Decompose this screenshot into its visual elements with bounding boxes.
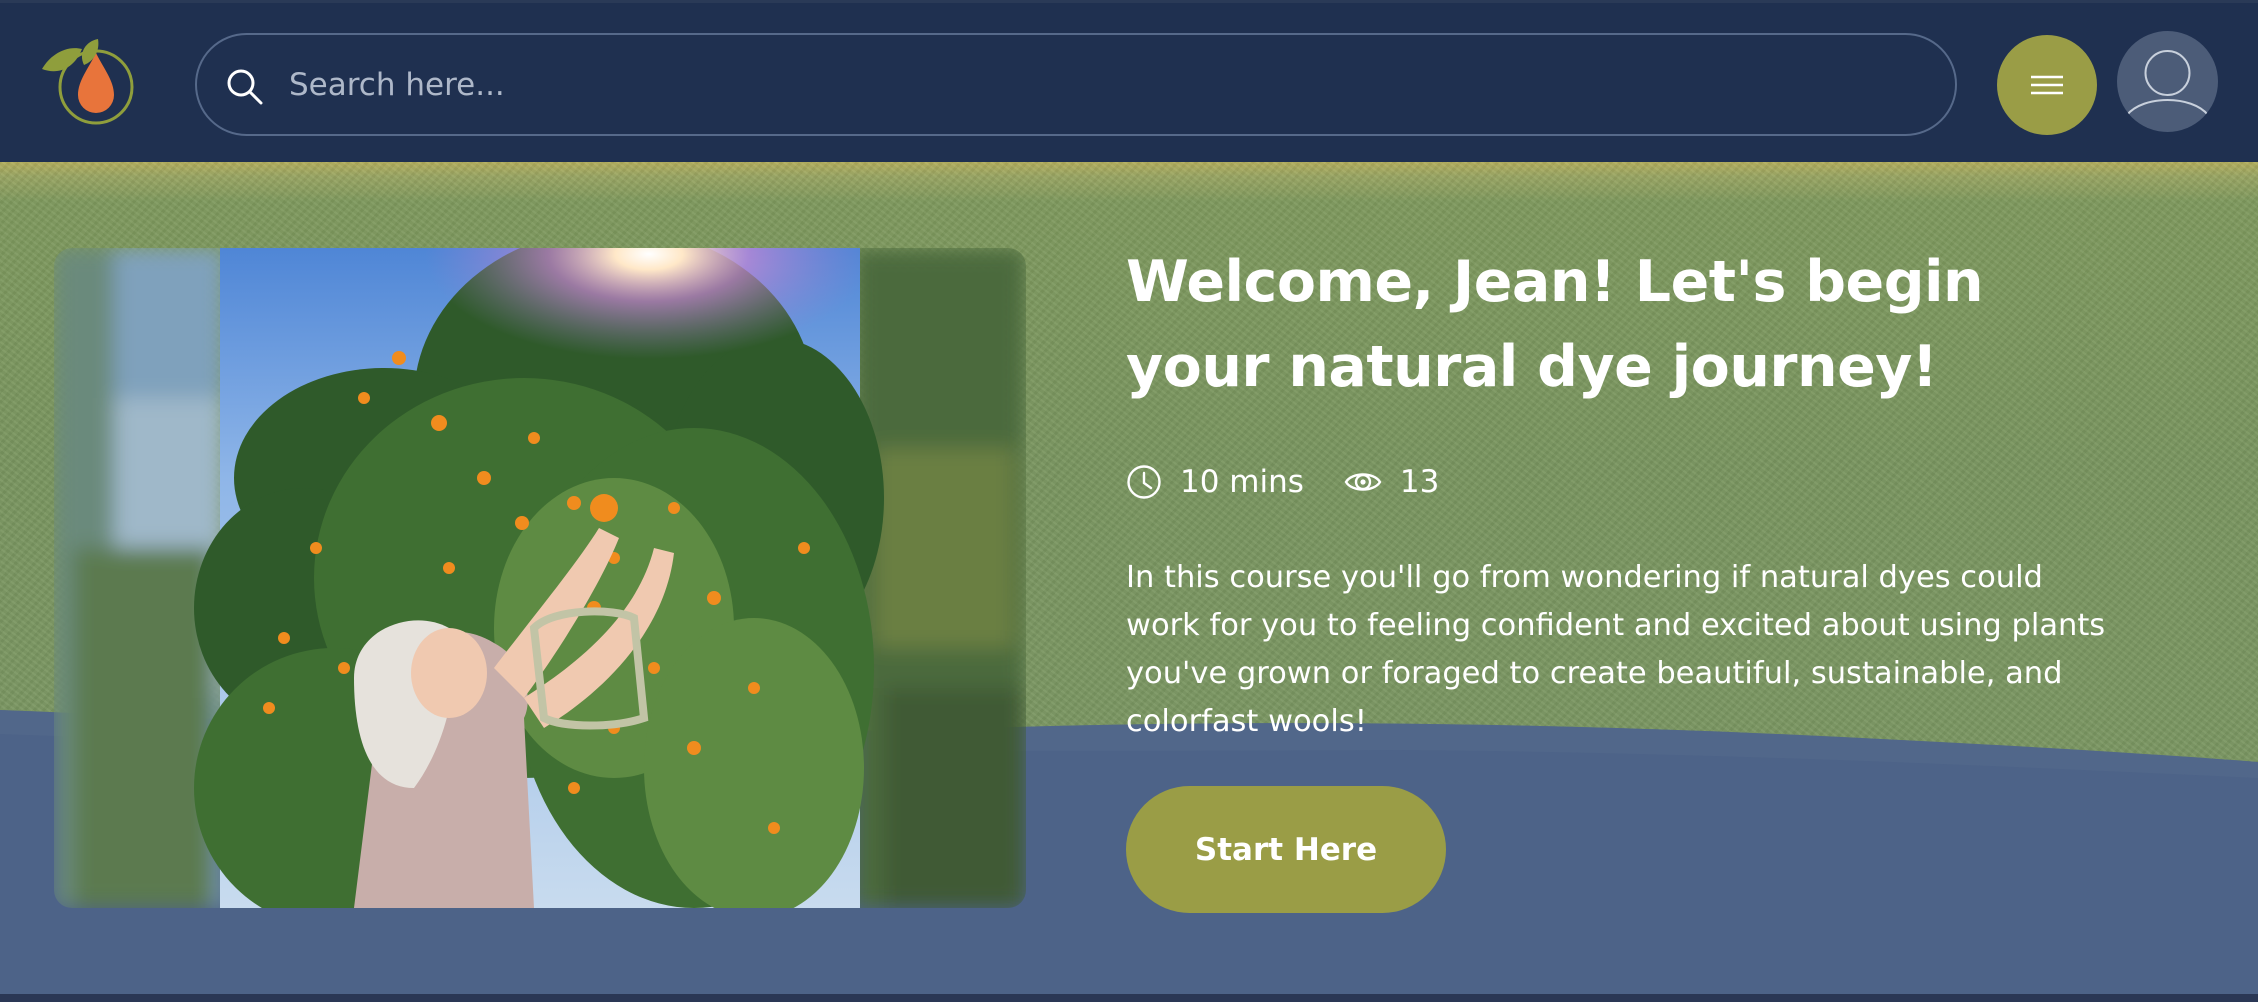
menu-button[interactable] bbox=[1997, 35, 2097, 135]
user-avatar-icon bbox=[2126, 50, 2209, 116]
start-here-button[interactable]: Start Here bbox=[1126, 786, 1446, 913]
hamburger-menu-icon bbox=[2031, 75, 2063, 95]
clock-icon bbox=[1127, 465, 1161, 499]
views-count: 13 bbox=[1399, 464, 1440, 500]
course-meta: 10 mins 13 bbox=[1126, 460, 1439, 504]
search-bar[interactable] bbox=[195, 33, 1957, 136]
search-input[interactable] bbox=[289, 53, 1889, 117]
hero-title: Welcome, Jean! Let's begin your natural … bbox=[1126, 249, 1984, 400]
eye-icon bbox=[1344, 473, 1382, 491]
duration-meta: 10 mins bbox=[1126, 464, 1304, 500]
duration-label: 10 mins bbox=[1180, 464, 1304, 500]
top-navigation-bar bbox=[0, 0, 2258, 162]
views-meta: 13 bbox=[1344, 464, 1439, 500]
page-divider bbox=[0, 994, 2258, 1002]
hero-photo-illustration bbox=[54, 248, 1026, 908]
user-avatar-button[interactable] bbox=[2117, 31, 2218, 132]
hero-photo bbox=[54, 248, 1026, 908]
course-description: In this course you'll go from wondering … bbox=[1126, 560, 2106, 739]
search-icon bbox=[227, 69, 263, 105]
leaf-drop-logo-icon[interactable] bbox=[38, 35, 142, 131]
hero-text-block: Welcome, Jean! Let's begin your natural … bbox=[1126, 240, 2126, 410]
